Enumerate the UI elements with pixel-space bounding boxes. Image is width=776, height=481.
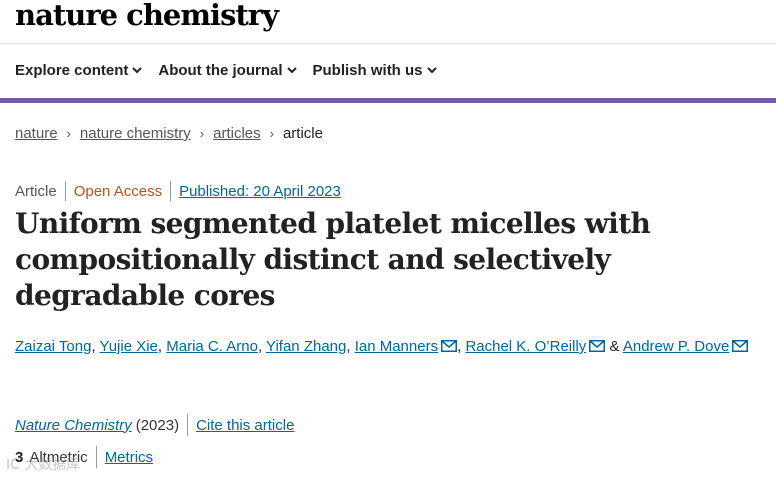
main-nav: Explore content About the journal Publis… — [15, 62, 453, 79]
divider — [170, 181, 172, 201]
author-link[interactable]: Rachel K. O’Reilly — [465, 338, 586, 355]
journal-link[interactable]: Nature Chemistry — [15, 417, 132, 434]
nav-explore-content[interactable]: Explore content — [15, 62, 143, 79]
breadcrumb-article: article — [282, 125, 323, 142]
nav-label: Explore content — [15, 62, 129, 79]
publication-year: (2023) — [135, 416, 180, 434]
chevron-down-icon — [426, 67, 437, 74]
published-date[interactable]: Published: 20 April 2023 — [179, 183, 341, 200]
author-link[interactable]: Ian Manners — [355, 338, 438, 355]
site-logo[interactable]: nature chemistry — [15, 0, 279, 32]
authors-ampersand: & — [609, 338, 620, 355]
citation-row: Nature Chemistry (2023) Cite this articl… — [15, 414, 294, 436]
breadcrumb-nature-chemistry[interactable]: nature chemistry — [80, 125, 191, 142]
article-type: Article — [15, 182, 57, 200]
header-divider — [0, 43, 776, 44]
author-link[interactable]: Zaizai Tong — [15, 338, 91, 355]
open-access-label: Open Access — [73, 182, 163, 200]
chevron-down-icon — [132, 67, 143, 74]
divider — [95, 446, 97, 468]
nav-label: About the journal — [158, 62, 283, 79]
author-link[interactable]: Yujie Xie — [100, 338, 158, 355]
nav-about-journal[interactable]: About the journal — [158, 62, 297, 79]
author-link[interactable]: Yifan Zhang — [266, 338, 346, 355]
cite-this-article-link[interactable]: Cite this article — [196, 417, 294, 434]
chevron-right-icon: › — [199, 126, 205, 141]
divider — [187, 414, 189, 436]
article-title: Uniform segmented platelet micelles with… — [15, 207, 651, 312]
breadcrumb: nature › nature chemistry › articles › a… — [15, 125, 323, 142]
chevron-right-icon: › — [269, 126, 274, 141]
envelope-icon[interactable] — [441, 340, 458, 352]
metrics-link[interactable]: Metrics — [105, 449, 153, 466]
watermark: IC 大数据库 — [6, 457, 81, 473]
envelope-icon[interactable] — [732, 340, 749, 352]
breadcrumb-articles[interactable]: articles — [213, 125, 261, 142]
article-meta: Article Open Access Published: 20 April … — [15, 181, 341, 201]
author-link[interactable]: Maria C. Arno — [166, 338, 258, 355]
chevron-right-icon: › — [66, 126, 71, 141]
envelope-icon[interactable] — [589, 340, 606, 352]
accent-bar — [0, 98, 776, 103]
author-link[interactable]: Andrew P. Dove — [623, 338, 729, 355]
author-list: Zaizai Tong, Yujie Xie, Maria C. Arno, Y… — [15, 338, 749, 355]
nav-publish-with-us[interactable]: Publish with us — [313, 62, 437, 79]
breadcrumb-nature[interactable]: nature — [15, 125, 58, 142]
divider — [64, 181, 66, 201]
nav-label: Publish with us — [312, 62, 423, 79]
chevron-down-icon — [286, 67, 297, 74]
